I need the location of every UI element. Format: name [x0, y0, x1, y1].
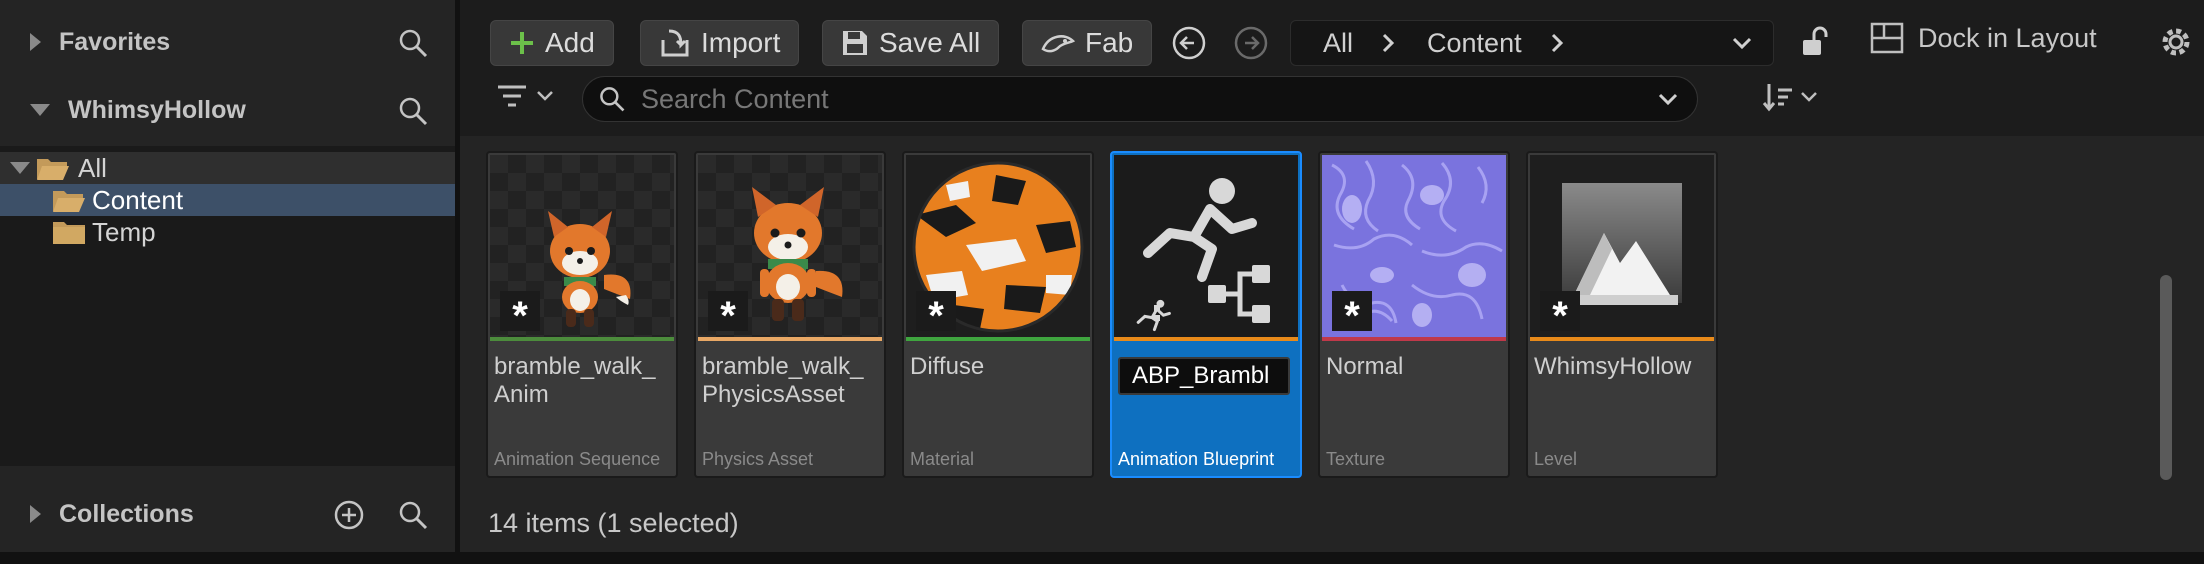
collapse-arrow-icon[interactable] — [10, 162, 30, 174]
filter-icon — [498, 85, 526, 107]
asset-type: Texture — [1326, 449, 1386, 469]
asset-tile[interactable]: * Normal Texture — [1318, 151, 1510, 478]
fab-label: Fab — [1085, 27, 1134, 58]
vertical-scrollbar[interactable] — [2160, 275, 2172, 480]
unsaved-asterisk-icon: * — [916, 291, 956, 336]
sort-button[interactable] — [1762, 82, 1818, 112]
toolbar: Add Import Save All Fab All Content Dock… — [460, 0, 2204, 136]
asset-tile-selected[interactable]: ABP_Brambl Animation Blueprint — [1110, 151, 1302, 478]
expand-arrow-icon[interactable] — [30, 505, 41, 523]
chevron-down-icon — [1801, 92, 1817, 102]
asset-type: Level — [1534, 449, 1578, 469]
unsaved-asterisk-icon: * — [500, 291, 540, 336]
asset-name: bramble_walk_ Anim — [494, 353, 656, 408]
bottom-border — [0, 552, 2204, 564]
breadcrumb[interactable]: All Content — [1290, 20, 1774, 66]
chevron-right-icon[interactable] — [1381, 32, 1395, 54]
import-icon — [661, 29, 689, 57]
dock-in-layout-button[interactable]: Dock in Layout — [1870, 22, 2097, 54]
asset-type-color-strip — [698, 337, 882, 341]
asset-type: Material — [910, 449, 975, 469]
search-icon[interactable] — [396, 498, 430, 532]
unsaved-asterisk-icon: * — [1332, 291, 1372, 336]
search-icon[interactable] — [396, 26, 430, 60]
collections-header[interactable]: Collections — [0, 484, 458, 544]
search-icon[interactable] — [396, 94, 430, 128]
asset-thumbnail — [1114, 155, 1298, 337]
fab-button[interactable]: Fab — [1022, 20, 1153, 66]
favorites-header[interactable]: Favorites — [0, 12, 458, 72]
asset-type-color-strip — [906, 337, 1090, 341]
asset-tile[interactable]: * WhimsyHollow Level — [1526, 151, 1718, 478]
folder-tree: All Content Temp — [0, 146, 455, 466]
asset-tile[interactable]: * Diffuse Material — [902, 151, 1094, 478]
save-all-label: Save All — [879, 27, 981, 58]
back-arrow-icon[interactable] — [1170, 24, 1208, 62]
chevron-right-icon[interactable] — [1550, 32, 1564, 54]
folder-icon — [53, 222, 85, 244]
search-input[interactable] — [641, 83, 1641, 115]
asset-name: Normal — [1326, 353, 1404, 380]
project-header[interactable]: WhimsyHollow — [0, 80, 458, 140]
asset-tile[interactable]: * bramble_walk_ PhysicsAsset Physics Ass… — [694, 151, 886, 478]
forward-arrow-icon[interactable] — [1232, 24, 1270, 62]
asset-type-color-strip — [1322, 337, 1506, 341]
chevron-down-icon — [537, 91, 553, 101]
sort-icon — [1762, 84, 1792, 112]
tree-item-label: Temp — [92, 216, 156, 247]
animation-blueprint-icon — [1136, 178, 1270, 332]
asset-type-color-strip — [490, 337, 674, 341]
import-button[interactable]: Import — [640, 20, 800, 66]
project-label: WhimsyHollow — [68, 95, 246, 124]
tree-item-label: Content — [92, 184, 184, 215]
dock-layout-icon — [1870, 22, 1904, 54]
tree-item-content[interactable]: Content — [0, 184, 455, 216]
breadcrumb-item[interactable]: All — [1323, 28, 1353, 59]
rename-field[interactable]: ABP_Brambl — [1118, 357, 1290, 395]
tree-item-all[interactable]: All — [0, 152, 455, 184]
fab-icon — [1041, 35, 1075, 53]
filter-button[interactable] — [496, 82, 554, 110]
favorites-label: Favorites — [59, 27, 171, 56]
import-label: Import — [701, 27, 781, 58]
plus-icon — [511, 32, 533, 54]
add-label: Add — [545, 27, 595, 58]
save-icon — [843, 31, 867, 55]
item-count-status: 14 items (1 selected) — [488, 508, 739, 538]
search-box[interactable] — [582, 76, 1698, 122]
asset-name: Diffuse — [910, 353, 985, 380]
content-browser: Add Import Save All Fab All Content Dock… — [460, 0, 2204, 564]
collapse-arrow-icon[interactable] — [30, 104, 50, 116]
asset-type: Animation Sequence — [494, 449, 661, 469]
dock-label: Dock in Layout — [1918, 22, 2097, 53]
unsaved-asterisk-icon: * — [708, 291, 748, 336]
add-collection-icon[interactable] — [332, 498, 366, 532]
sources-panel: Favorites WhimsyHollow All Content Temp … — [0, 0, 458, 564]
chevron-down-icon[interactable] — [1731, 36, 1753, 50]
gear-icon[interactable] — [2158, 24, 2194, 60]
asset-type: Animation Blueprint — [1118, 449, 1275, 469]
collections-label: Collections — [59, 499, 194, 528]
tree-item-label: All — [78, 152, 107, 183]
asset-name: bramble_walk_ PhysicsAsset — [702, 353, 864, 408]
tree-item-temp[interactable]: Temp — [0, 216, 455, 248]
folder-open-icon — [37, 159, 69, 180]
asset-name: WhimsyHollow — [1534, 353, 1692, 380]
chevron-down-icon[interactable] — [1657, 92, 1679, 106]
folder-open-icon — [53, 191, 85, 212]
breadcrumb-item[interactable]: Content — [1427, 28, 1522, 59]
asset-type: Physics Asset — [702, 449, 814, 469]
asset-type-color-strip — [1114, 337, 1298, 341]
expand-arrow-icon[interactable] — [30, 33, 41, 51]
search-icon — [600, 87, 625, 112]
asset-type-color-strip — [1530, 337, 1714, 341]
unsaved-asterisk-icon: * — [1540, 291, 1580, 336]
asset-tile[interactable]: * bramble_walk_ Anim Animation Sequence — [486, 151, 678, 478]
add-button[interactable]: Add — [490, 20, 614, 66]
lock-open-icon[interactable] — [1800, 24, 1830, 58]
save-all-button[interactable]: Save All — [822, 20, 1000, 66]
